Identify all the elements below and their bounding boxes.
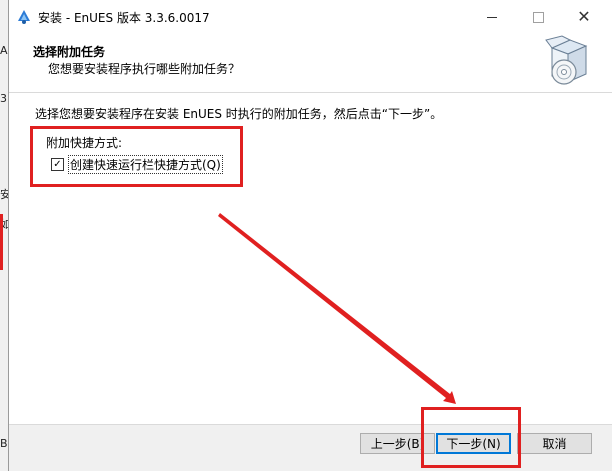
- close-button[interactable]: ✕: [561, 0, 607, 34]
- wizard-header: 选择附加任务 您想要安装程序执行哪些附加任务？: [9, 34, 612, 92]
- window-title: 安装 - EnUES 版本 3.3.6.0017: [38, 11, 210, 25]
- maximize-icon: [532, 11, 544, 23]
- installer-window: 安装 - EnUES 版本 3.3.6.0017 ✕ 选择附加任务 您想要安装程…: [8, 0, 612, 471]
- background-annotation-line: [0, 214, 3, 270]
- task-description: 选择您想要安装程序在安装 EnUES 时执行的附加任务，然后点击“下一步”。: [35, 107, 443, 121]
- minimize-button[interactable]: [469, 0, 515, 34]
- page-title: 选择附加任务: [33, 45, 106, 59]
- back-button[interactable]: 上一步(B): [360, 433, 435, 454]
- title-bar[interactable]: 安装 - EnUES 版本 3.3.6.0017 ✕: [9, 0, 612, 34]
- quick-launch-label[interactable]: 创建快速运行栏快捷方式(Q): [68, 155, 223, 174]
- cancel-button[interactable]: 取消: [517, 433, 592, 454]
- checkmark-icon: ✓: [53, 158, 62, 170]
- page-subtitle: 您想要安装程序执行哪些附加任务？: [48, 62, 241, 76]
- minimize-icon: [487, 16, 497, 18]
- wizard-content: 选择您想要安装程序在安装 EnUES 时执行的附加任务，然后点击“下一步”。 附…: [9, 93, 612, 424]
- close-icon: ✕: [577, 7, 591, 26]
- wizard-footer: 上一步(B) 下一步(N) 取消: [9, 425, 612, 471]
- maximize-button[interactable]: [515, 0, 561, 34]
- quick-launch-checkbox[interactable]: ✓: [51, 158, 64, 171]
- shortcut-group-label: 附加快捷方式:: [46, 136, 123, 150]
- installer-box-cd-icon: [545, 35, 588, 85]
- background-text-fragment: A: [0, 44, 8, 57]
- background-text-fragment: B: [0, 437, 8, 450]
- enues-app-icon: [18, 10, 30, 24]
- quick-launch-shortcut-option[interactable]: ✓ 创建快速运行栏快捷方式(Q): [51, 155, 223, 174]
- next-button[interactable]: 下一步(N): [436, 433, 511, 454]
